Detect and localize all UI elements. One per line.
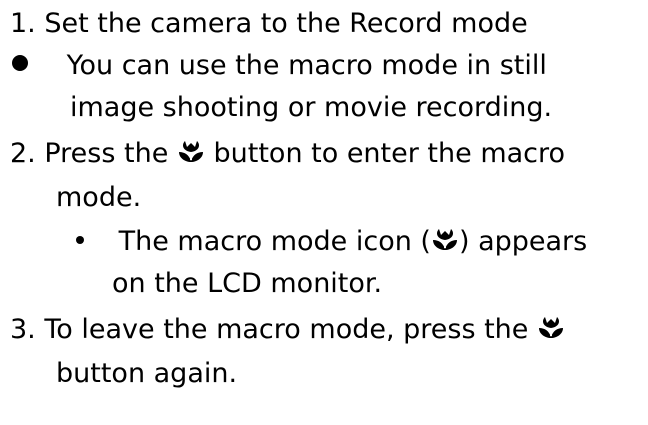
step-1: 1. Set the camera to the Record mode bbox=[10, 4, 528, 44]
step-2-line-2: mode. bbox=[56, 182, 142, 213]
sub-bullet-line-2: on the LCD monitor. bbox=[112, 268, 383, 299]
step-3-line-2: button again. bbox=[56, 358, 238, 389]
step-1-text: Set the camera to the Record mode bbox=[44, 8, 528, 39]
macro-flower-icon bbox=[177, 137, 205, 165]
note-line-2: image shooting or movie recording. bbox=[70, 92, 553, 123]
step-2: 2. Press the button to enter the macro bbox=[10, 134, 565, 174]
sub-bullet-text-before: The macro mode icon ( bbox=[118, 226, 431, 257]
step-2-number: 2. bbox=[10, 138, 36, 169]
step-2-text-after: button to enter the macro bbox=[213, 138, 566, 169]
note-line-1: You can use the macro mode in still bbox=[66, 50, 547, 81]
step-3-number: 3. bbox=[10, 314, 36, 345]
filled-circle-bullet-icon bbox=[12, 55, 28, 71]
step-2-sub-bullet-cont: on the LCD monitor. bbox=[112, 264, 382, 304]
step-3-cont: button again. bbox=[56, 354, 237, 394]
step-2-cont: mode. bbox=[56, 178, 141, 218]
sub-bullet-text-after: ) appears bbox=[458, 226, 588, 257]
step-3-text-before: To leave the macro mode, press the bbox=[44, 314, 529, 345]
step-2-sub-bullet: The macro mode icon ( ) appears bbox=[76, 222, 587, 262]
note-bullet: You can use the macro mode in still bbox=[12, 46, 547, 86]
macro-flower-icon bbox=[537, 313, 565, 341]
step-2-text-before: Press the bbox=[44, 138, 169, 169]
macro-mode-indicator-icon bbox=[431, 225, 459, 253]
step-1-number: 1. bbox=[10, 8, 36, 39]
note-bullet-cont: image shooting or movie recording. bbox=[70, 88, 552, 128]
small-bullet-icon bbox=[76, 236, 84, 244]
step-3: 3. To leave the macro mode, press the bbox=[10, 310, 565, 350]
